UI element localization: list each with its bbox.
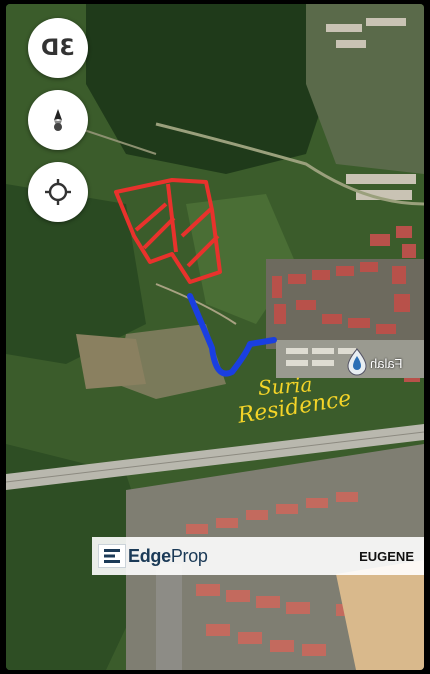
logo-text-part2: Prop [170, 545, 208, 566]
agent-name: EUGENE [359, 548, 414, 564]
place-label[interactable]: Falah [370, 356, 403, 371]
compass-button[interactable] [28, 90, 88, 150]
land-plot-outline [114, 178, 222, 284]
3d-button-label: 3D [41, 35, 75, 61]
edgeprop-logo: EdgeProp [98, 544, 208, 568]
compass-needle-icon [54, 109, 62, 131]
satellite-map[interactable]: 3D Falah Suria Residence EdgeProp EUGENE [6, 4, 424, 670]
water-drop-pin-icon[interactable] [346, 348, 368, 376]
my-location-crosshair-icon [45, 179, 71, 205]
locate-me-button[interactable] [28, 162, 88, 222]
logo-text-part1: Edge [128, 545, 171, 566]
watermark-banner: EdgeProp EUGENE [92, 537, 424, 575]
3d-view-button[interactable]: 3D [28, 18, 88, 78]
access-path-line [187, 293, 277, 377]
edgeprop-logo-mark-icon [98, 544, 126, 568]
